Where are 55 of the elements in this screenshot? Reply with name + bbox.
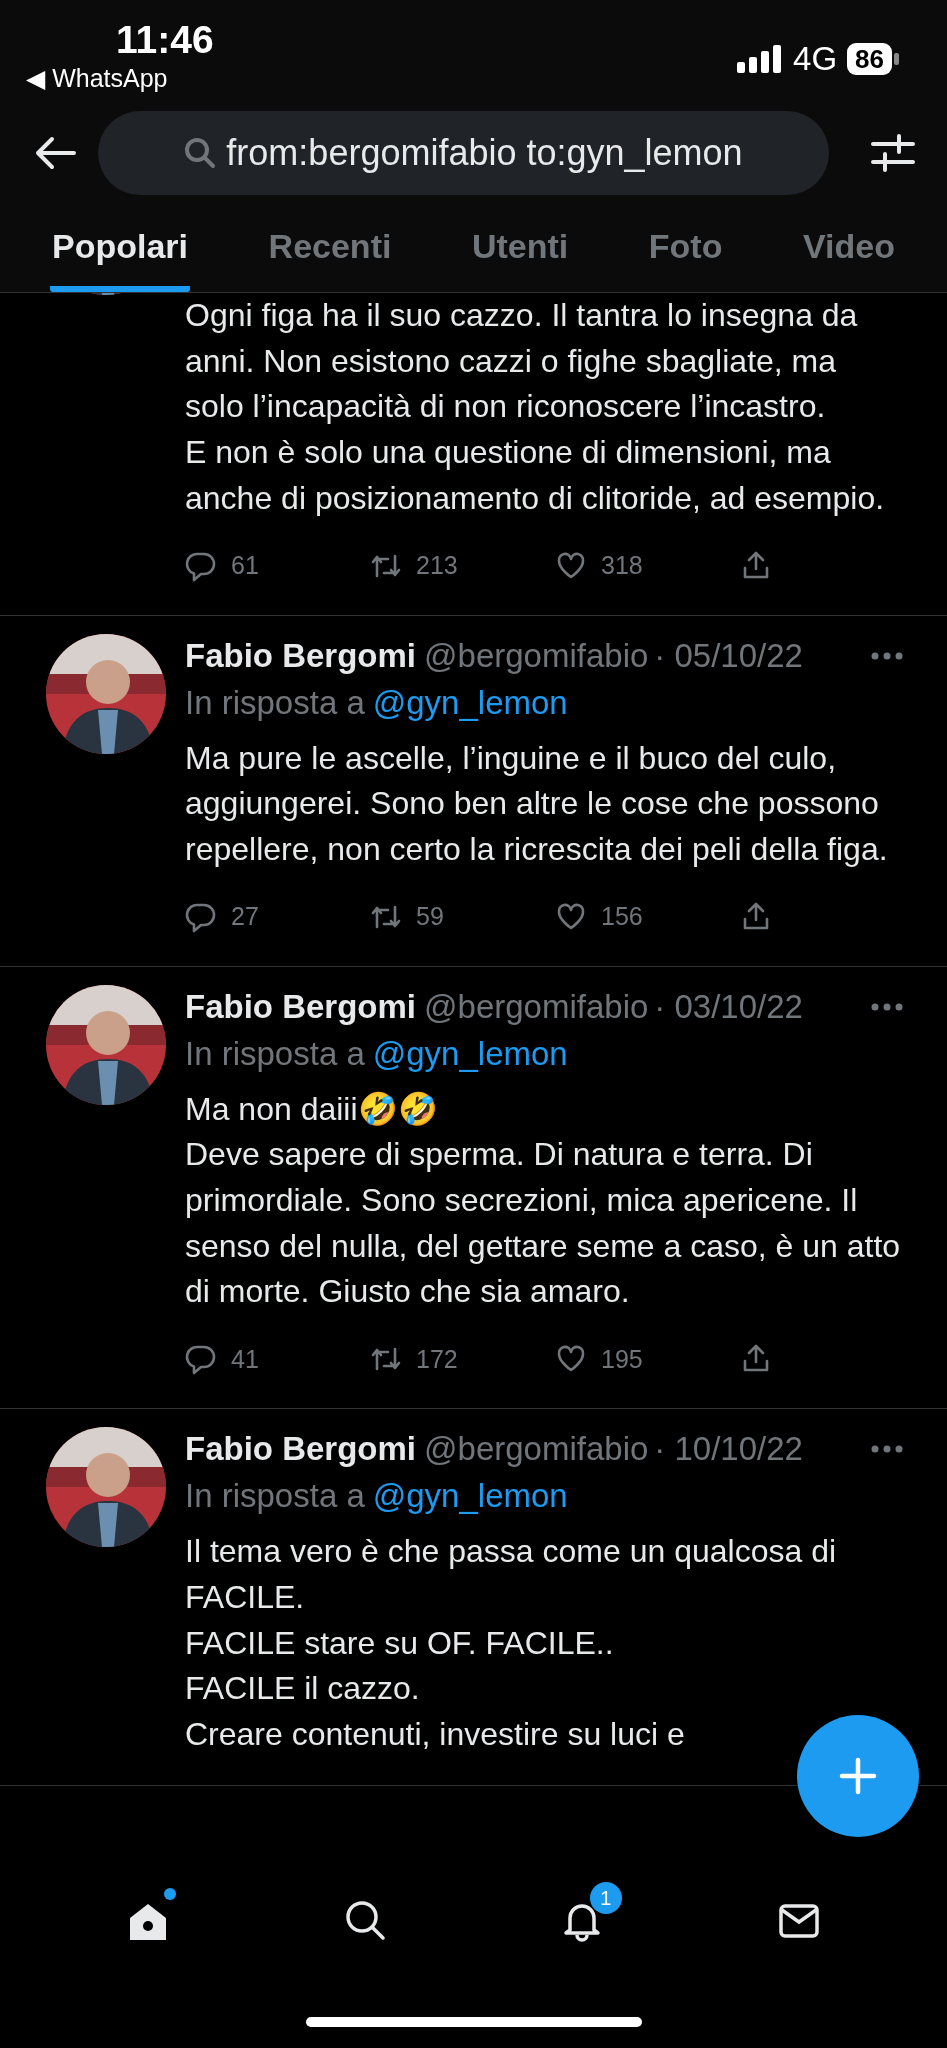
tweet-text: Ma pure le ascelle, l’inguine e il buco del culo, aggiungerei. Sono ben altre le cose che possono repellere, non certo la ricrescita dei peli della figa. bbox=[185, 738, 889, 869]
more-options-icon[interactable] bbox=[871, 1445, 903, 1454]
tab[interactable]: Foto bbox=[646, 200, 725, 292]
back-to-app-link[interactable]: ◀ WhatsApp bbox=[26, 62, 168, 94]
tweet-text: FACILE il cazzo. bbox=[185, 1669, 420, 1709]
tweet-text: Ogni figa ha il suo cazzo. Il tantra lo insegna da anni. Non esistono cazzi o fighe sbagliate, ma solo l’incapacità di non riconoscere l’incastro. bbox=[185, 296, 859, 427]
tab[interactable]: Recenti bbox=[266, 200, 394, 292]
network-label: 4G bbox=[793, 40, 838, 78]
reply-count: 61 bbox=[231, 551, 259, 580]
tab[interactable]: Utenti bbox=[469, 200, 571, 292]
tab[interactable]: Video bbox=[801, 200, 897, 292]
tweet-date: · 10/10/22 bbox=[654, 1429, 803, 1470]
mention-link[interactable]: @gyn_lemon bbox=[372, 1477, 568, 1515]
tweet-text: FACILE stare su OF. FACILE.. bbox=[185, 1623, 614, 1663]
tweet-text: Deve sapere di sperma. Di natura e terra. Di primordiale. Sono secrezioni, mica apericene. Il senso del nulla, del gettare seme a caso, è un atto di morte. Giusto che sia amaro. bbox=[185, 1135, 902, 1312]
author-name[interactable]: Fabio Bergomi bbox=[185, 633, 417, 678]
reply-label: In risposta a bbox=[185, 683, 365, 721]
tweet-date: · 05/10/22 bbox=[654, 635, 803, 676]
more-options-icon[interactable] bbox=[871, 651, 903, 660]
plus-icon bbox=[838, 1756, 878, 1796]
author-handle: @bergomifabio bbox=[424, 635, 649, 676]
author-handle: @bergomifabio bbox=[424, 1429, 649, 1470]
clock-time: 11:46 bbox=[116, 18, 214, 62]
search-field[interactable]: from:bergomifabio to:gyn_lemon bbox=[98, 110, 829, 195]
reply-count: 41 bbox=[231, 1344, 259, 1374]
author-name[interactable]: Fabio Bergomi bbox=[185, 984, 417, 1029]
more-options-icon[interactable] bbox=[871, 1002, 903, 1011]
tweet-text: Creare contenuti, investire su luci e bbox=[185, 1714, 685, 1754]
tweet-text: Ma non daiii🤣🤣 bbox=[185, 1089, 438, 1129]
tweet-text: E non è solo una questione di dimensioni, ma anche di posizionamento di clitoride, ad esempio. bbox=[185, 433, 886, 518]
reply-label: In risposta a bbox=[185, 1477, 365, 1515]
mention-link[interactable]: @gyn_lemon bbox=[372, 1034, 568, 1072]
mention-link[interactable]: @gyn_lemon bbox=[372, 683, 568, 721]
signal-icon bbox=[737, 45, 784, 73]
search-icon bbox=[184, 136, 217, 169]
tab[interactable]: Popolari bbox=[50, 200, 191, 292]
retweet-count: 172 bbox=[416, 1344, 458, 1374]
like-count: 318 bbox=[601, 551, 643, 580]
tweet-date: · 03/10/22 bbox=[654, 986, 803, 1027]
battery-level: 86 bbox=[847, 43, 892, 75]
speech-bubble-icon[interactable] bbox=[185, 1343, 217, 1376]
reply-count: 27 bbox=[231, 902, 259, 932]
filter-settings-icon[interactable] bbox=[871, 132, 915, 173]
retweet-count: 59 bbox=[416, 902, 444, 932]
like-count: 156 bbox=[601, 902, 643, 932]
notification-badge: 1 bbox=[589, 1882, 622, 1914]
reply-label: In risposta a bbox=[185, 1034, 365, 1072]
search-icon[interactable] bbox=[343, 1898, 388, 1942]
author-name[interactable]: Fabio Bergomi bbox=[185, 1427, 417, 1472]
like-count: 195 bbox=[601, 1344, 643, 1374]
back-arrow-icon[interactable] bbox=[34, 135, 76, 170]
tweet-text: Il tema vero è che passa come un qualcosa di FACILE. bbox=[185, 1532, 838, 1617]
retweet-count: 213 bbox=[416, 551, 458, 580]
battery-tip-icon bbox=[894, 53, 899, 65]
author-handle: @bergomifabio bbox=[424, 986, 649, 1027]
